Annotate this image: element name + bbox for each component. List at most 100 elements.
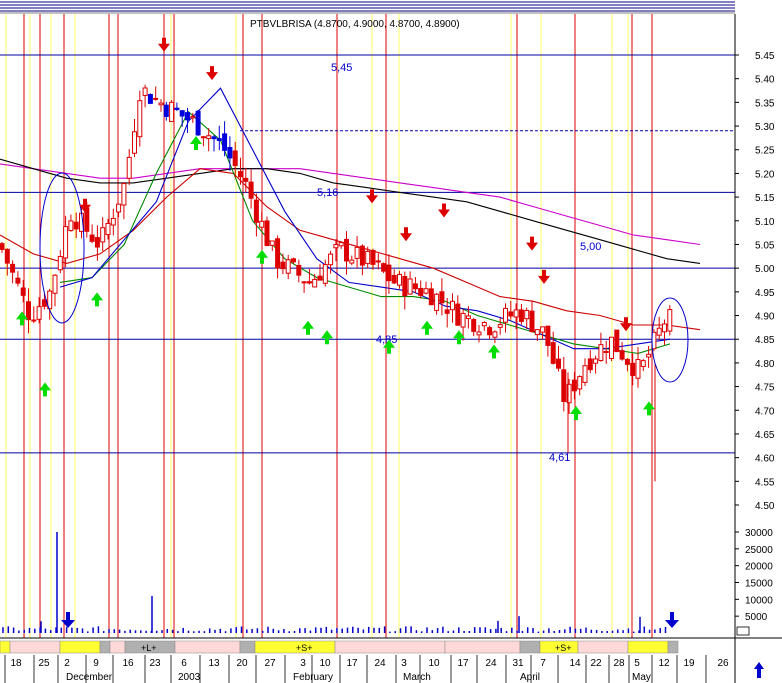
day-label: 7 — [540, 658, 546, 669]
level-label: 5,16 — [317, 187, 338, 199]
day-label: 28 — [613, 658, 625, 669]
month-label: May — [632, 672, 651, 683]
axis-handle — [736, 626, 750, 636]
level-label: 5,00 — [580, 241, 601, 253]
candle-body — [142, 87, 148, 96]
price-tick-label: 4.95 — [755, 288, 775, 299]
price-tick-label: 5.45 — [755, 51, 775, 62]
candle-body — [450, 300, 455, 311]
candle-body — [211, 136, 217, 140]
candle-body — [206, 135, 212, 139]
signal-block — [174, 640, 241, 654]
day-label: 12 — [658, 658, 670, 669]
candle-body — [550, 342, 556, 364]
candle-body — [169, 101, 175, 123]
candle-body — [407, 278, 413, 295]
candle-body — [518, 309, 524, 322]
candle-body — [4, 248, 10, 264]
volume-tick-label: 5000 — [745, 612, 768, 623]
candle-body — [455, 303, 461, 326]
candle-body — [354, 246, 360, 259]
candle-body — [556, 358, 561, 369]
volume-tick-label: 10000 — [745, 595, 773, 606]
candle-body — [20, 287, 26, 296]
volume-tick-label: 15000 — [745, 579, 773, 590]
day-label: 20 — [236, 658, 248, 669]
price-tick-label: 5.00 — [755, 264, 775, 275]
candle-body — [121, 183, 127, 206]
signal-block — [109, 640, 126, 654]
price-tick-label: 4.75 — [755, 383, 775, 394]
candle-body — [259, 220, 265, 228]
candle-body — [487, 327, 493, 336]
day-label: 26 — [717, 658, 729, 669]
price-tick-label: 4.65 — [755, 430, 775, 441]
candle-body — [439, 291, 445, 304]
month-label: 2003 — [178, 672, 201, 683]
candle-body — [195, 110, 201, 136]
candle-body — [317, 275, 323, 281]
candle-body — [662, 323, 667, 333]
candle-body — [174, 107, 180, 110]
candle-body — [73, 221, 79, 230]
candle-body — [126, 156, 132, 179]
volume-tick-label: 25000 — [745, 545, 773, 556]
candle-body — [614, 329, 620, 353]
candle-body — [497, 324, 503, 328]
candle-body — [158, 102, 164, 106]
candle-body — [545, 325, 551, 346]
price-tick-label: 4.50 — [755, 501, 775, 512]
candle-body — [386, 264, 392, 282]
signal-block — [519, 640, 541, 654]
candle-body — [291, 258, 296, 263]
candle-body — [630, 362, 636, 376]
signal-label: +S+ — [555, 643, 572, 653]
month-label: April — [520, 672, 540, 683]
candle-body — [264, 220, 270, 247]
stock-chart: 5,455,165,004,854,61 +L+ +S+ +S+4.504.554.… — [0, 0, 782, 683]
candle-body — [423, 288, 429, 294]
candle-body — [460, 312, 466, 328]
price-tick-label: 5.10 — [755, 217, 775, 228]
price-tick-label: 4.55 — [755, 477, 775, 488]
candle-body — [418, 287, 424, 296]
candle-body — [391, 274, 397, 284]
month-label: March — [403, 672, 431, 683]
candle-body — [253, 199, 259, 223]
candle-body — [280, 261, 286, 270]
signal-block — [577, 640, 629, 654]
signal-block — [334, 640, 446, 654]
candle-body — [243, 177, 249, 182]
candle-body — [248, 181, 254, 199]
candle-body — [0, 243, 5, 250]
candle-body — [328, 253, 334, 266]
candle-body — [534, 329, 540, 336]
candle-body — [375, 260, 381, 263]
price-tick-label: 5.20 — [755, 169, 775, 180]
signal-block — [99, 640, 111, 654]
candle-body — [349, 259, 355, 264]
candle-body — [402, 275, 408, 297]
signal-block — [667, 640, 679, 654]
price-tick-label: 4.60 — [755, 454, 775, 465]
candle-body — [492, 331, 498, 338]
candle-body — [116, 203, 122, 213]
candle-body — [179, 110, 185, 117]
candle-body — [132, 131, 137, 154]
candle-body — [306, 281, 312, 284]
day-label: 23 — [149, 658, 161, 669]
candle-body — [344, 238, 349, 262]
candle-body — [434, 293, 440, 311]
candle-body — [110, 217, 116, 226]
day-label: 24 — [374, 658, 386, 669]
signal-block — [627, 640, 669, 654]
price-tick-label: 5.30 — [755, 122, 775, 133]
candle-body — [513, 309, 519, 318]
candle-body — [656, 327, 662, 336]
candle-body — [481, 322, 487, 327]
candle-body — [227, 146, 233, 159]
candle-body — [322, 264, 328, 284]
candle-body — [381, 263, 387, 272]
day-label: 9 — [93, 658, 99, 669]
candle-body — [89, 234, 95, 242]
